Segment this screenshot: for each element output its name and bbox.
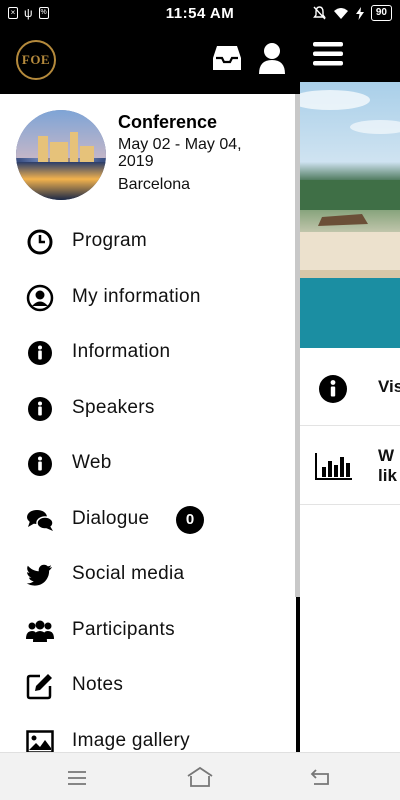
menu-item-label: Program: [72, 230, 147, 251]
conference-city: Barcelona: [118, 176, 191, 193]
twitter-icon: [26, 564, 52, 586]
info-icon: [28, 396, 52, 421]
status-right-icons: 90: [312, 5, 392, 21]
menu-item-program[interactable]: Program: [0, 214, 296, 270]
background-list-item[interactable]: Vis: [300, 348, 400, 426]
beach-photo: [300, 90, 400, 348]
navigation-drawer: Conference May 02 - May 04, 2019 Barcelo…: [0, 94, 296, 752]
background-list-item[interactable]: W lik: [300, 427, 400, 505]
main-content: Vis W lik: [300, 82, 400, 752]
menu-item-label: Image gallery: [72, 729, 190, 751]
chat-icon: [27, 509, 54, 531]
menu-item-speakers[interactable]: Speakers: [0, 381, 296, 437]
menu-item-information[interactable]: Information: [0, 325, 296, 381]
conference-dates: May 02 - May 04, 2019: [118, 136, 242, 170]
conference-title: Conference: [118, 112, 218, 132]
menu-item-image-gallery[interactable]: Image gallery: [0, 714, 296, 752]
menu-item-social-media[interactable]: Social media: [0, 547, 296, 603]
charging-icon: [355, 6, 364, 20]
menu-item-web[interactable]: Web: [0, 436, 296, 492]
hero-image: [300, 82, 400, 348]
inbox-icon[interactable]: [212, 44, 242, 72]
background-item-text: W: [378, 446, 395, 465]
background-item-text: lik: [378, 466, 397, 485]
menu-item-label: Social media: [72, 563, 185, 584]
info-icon: [319, 375, 347, 403]
info-icon: [28, 341, 52, 365]
status-bar: × ψ % 11:54 AM 90: [0, 0, 400, 28]
menu-item-notes[interactable]: Notes: [0, 658, 296, 714]
users-icon: [26, 620, 54, 642]
conference-photo: [16, 110, 106, 200]
conference-header[interactable]: Conference May 02 - May 04, 2019 Barcelo…: [16, 108, 286, 200]
clock-icon: [27, 229, 53, 255]
battery-level: 90: [370, 5, 392, 21]
drawer-scrollbar[interactable]: [295, 94, 300, 597]
wifi-icon: [333, 7, 348, 19]
edit-icon: [26, 674, 52, 700]
menu-item-participants[interactable]: Participants: [0, 603, 296, 659]
bar-chart-icon: [315, 453, 352, 480]
menu-icon[interactable]: [312, 40, 344, 68]
info-icon: [28, 452, 52, 476]
menu-item-label: My information: [72, 285, 201, 307]
recent-apps-icon[interactable]: [66, 770, 88, 786]
back-icon[interactable]: [310, 768, 332, 786]
silent-icon: [312, 6, 326, 20]
menu-item-label: Web: [72, 452, 112, 473]
user-circle-icon: [26, 284, 54, 311]
home-icon[interactable]: [186, 766, 214, 788]
menu-item-my-information[interactable]: My information: [0, 270, 296, 326]
unread-count-badge: 0: [176, 505, 204, 534]
image-icon: [26, 729, 54, 752]
menu-item-label: Notes: [72, 674, 124, 695]
menu-item-label: Speakers: [72, 396, 155, 418]
menu-item-label: Dialogue: [72, 507, 150, 529]
menu-item-label: Participants: [72, 618, 175, 640]
drawer-menu: Program My information Information Speak…: [0, 214, 296, 752]
menu-item-label: Information: [72, 341, 171, 362]
background-item-text: Vis: [378, 377, 400, 396]
user-icon[interactable]: [258, 42, 286, 74]
system-navigation-bar: [0, 752, 400, 800]
menu-item-dialogue[interactable]: Dialogue 0: [0, 492, 296, 548]
app-logo[interactable]: FOE: [16, 40, 56, 80]
